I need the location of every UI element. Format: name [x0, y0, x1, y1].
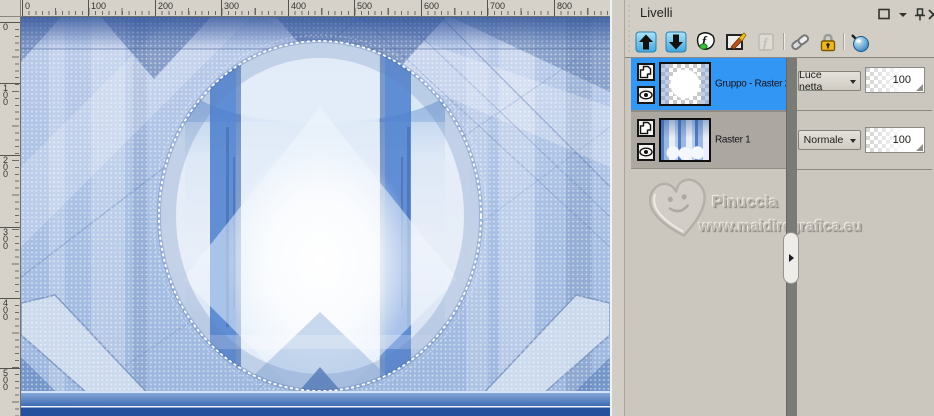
ruler-label: 100 [91, 1, 107, 11]
float-window-icon[interactable] [878, 8, 891, 20]
edit-layer-button[interactable] [725, 31, 747, 53]
move-layer-up-button[interactable] [635, 31, 657, 53]
opacity-field-layer-1[interactable]: 100 [865, 67, 925, 93]
layer-type-icon[interactable] [637, 63, 655, 81]
horizontal-ruler: 0 100 200 300 400 500 600 700 800 [21, 0, 610, 17]
palette-drag-grip[interactable] [627, 4, 632, 53]
vertical-ruler: 0 100 200 300 400 500 [0, 17, 21, 416]
layers-palette: Livelli f f Gruppo - Raster 2 Raster 1 L… [625, 0, 934, 416]
ruler-label: 0 [25, 1, 31, 11]
canvas-image[interactable] [21, 17, 610, 416]
layer-type-icon[interactable] [637, 119, 655, 137]
ruler-label: 300 [3, 227, 9, 251]
ruler-tick [22, 0, 23, 16]
toolbar-separator [783, 33, 784, 50]
lock-transparency-button[interactable] [817, 31, 839, 53]
ruler-label: 100 [3, 83, 9, 107]
ruler-label: 400 [3, 298, 9, 322]
close-icon[interactable] [928, 8, 934, 20]
layer-row-raster-1[interactable]: Raster 1 [631, 112, 786, 168]
layer-visibility-eye-icon[interactable] [637, 86, 655, 104]
script-action-button[interactable]: f [755, 31, 777, 53]
ruler-tick [221, 0, 222, 16]
blend-mode-value: Luce netta [799, 69, 823, 93]
new-mask-layer-button[interactable]: f [695, 31, 717, 53]
watermark-author: Pinuccia [712, 194, 778, 211]
watermark-heart-icon [648, 178, 706, 238]
link-layers-button[interactable] [789, 31, 811, 53]
canvas-right-gap [610, 0, 625, 416]
artwork [21, 17, 610, 416]
blend-mode-dropdown-layer-1[interactable]: Luce netta [798, 69, 861, 93]
palette-title: Livelli [640, 5, 673, 20]
resize-grip-icon [916, 84, 923, 91]
ruler-label: 500 [357, 1, 373, 11]
controls-row-separator [786, 169, 932, 170]
ruler-label: 300 [224, 1, 240, 11]
ruler-label: 0 [3, 22, 9, 32]
controls-row-separator [786, 110, 932, 111]
ruler-tick [487, 0, 488, 16]
resize-grip-icon [916, 144, 923, 151]
ruler-label: 200 [3, 155, 9, 179]
horizontal-ruler-mid-ticks [22, 8, 610, 15]
opacity-value: 100 [892, 74, 911, 86]
ruler-label: 200 [158, 1, 174, 11]
ruler-label: 800 [557, 1, 573, 11]
chevron-down-icon [850, 139, 856, 143]
vertical-ruler-mid-ticks [12, 22, 19, 416]
ruler-tick [288, 0, 289, 16]
ruler-corner [0, 0, 21, 17]
opacity-field-layer-2[interactable]: 100 [865, 127, 925, 153]
layer-name: Raster 1 [715, 134, 751, 146]
layer-visibility-ball-button[interactable] [849, 31, 871, 53]
layer-visibility-eye-icon[interactable] [637, 143, 655, 161]
ruler-label: 500 [3, 368, 9, 392]
chevron-down-icon [850, 80, 856, 84]
ruler-label: 400 [291, 1, 307, 11]
ruler-label: 600 [424, 1, 440, 11]
ruler-tick [155, 0, 156, 16]
arrow-right-icon [789, 254, 794, 262]
blend-mode-dropdown-layer-2[interactable]: Normale [798, 130, 861, 150]
toolbar-separator [843, 33, 844, 50]
layer-name: Gruppo - Raster 2 [715, 78, 790, 90]
layer-thumbnail[interactable] [659, 118, 711, 162]
ruler-tick [354, 0, 355, 16]
layer-row-gruppo-raster-2[interactable]: Gruppo - Raster 2 [631, 58, 790, 110]
dropdown-arrow-icon[interactable] [899, 13, 907, 17]
blend-mode-value: Normale [803, 134, 844, 146]
pin-icon[interactable] [914, 8, 926, 21]
ruler-tick [421, 0, 422, 16]
layer-thumbnail[interactable] [659, 62, 711, 106]
ruler-tick [88, 0, 89, 16]
ruler-tick [554, 0, 555, 16]
opacity-value: 100 [892, 134, 911, 146]
ruler-label: 700 [490, 1, 506, 11]
move-layer-down-button[interactable] [665, 31, 687, 53]
watermark-url: www.maidiregrafica.eu [699, 218, 862, 235]
splitter-collapse-handle[interactable] [783, 232, 799, 284]
